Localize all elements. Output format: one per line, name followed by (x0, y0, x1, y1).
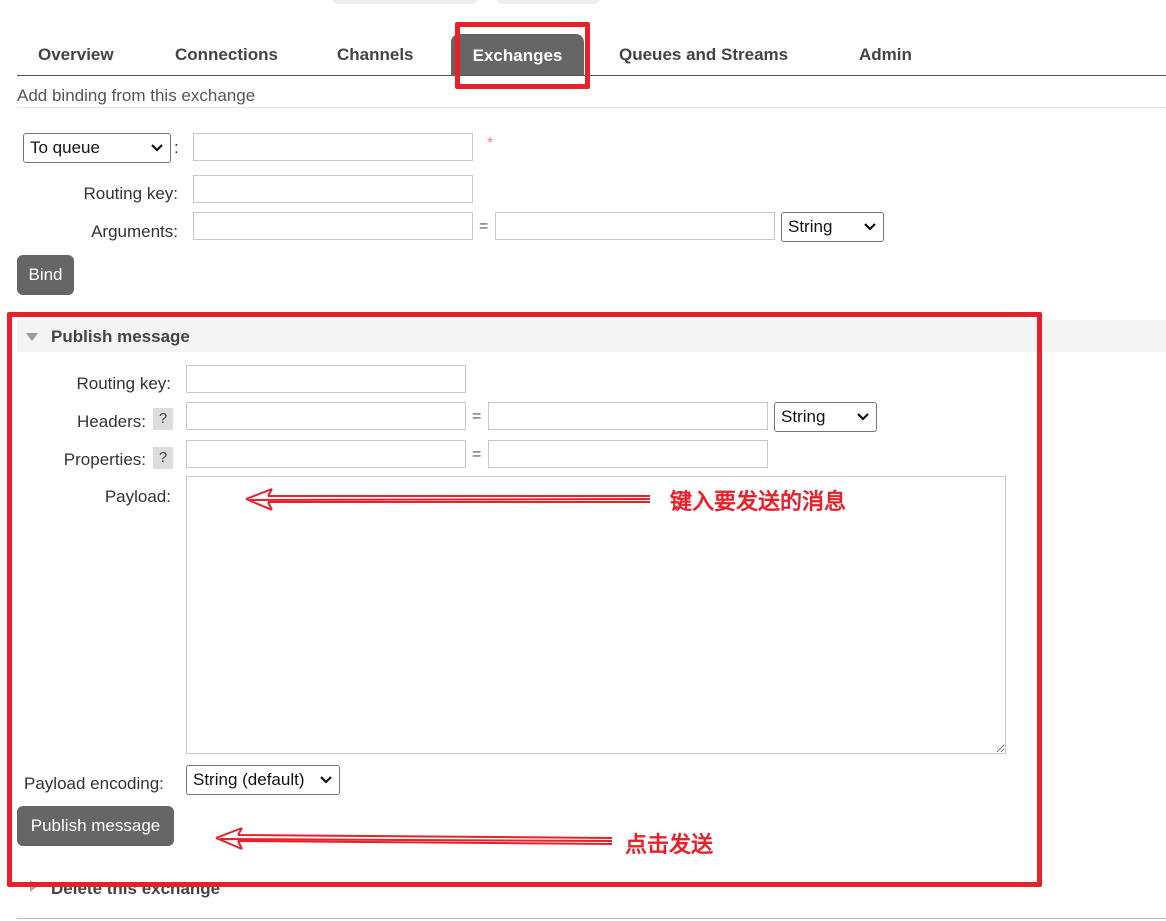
publish-annotation: 点击发送 (625, 833, 714, 858)
tab-channels[interactable]: Channels (337, 45, 414, 65)
arrow-left-icon (215, 827, 613, 850)
tab-overview[interactable]: Overview (38, 45, 114, 65)
binding-heading-divider (17, 107, 1166, 108)
arrow-left-icon (245, 488, 651, 511)
tab-queues-and-streams[interactable]: Queues and Streams (619, 45, 788, 65)
required-marker: * (487, 135, 494, 152)
nav-divider (17, 75, 1166, 76)
exchanges-tab-highlight (455, 22, 590, 89)
top-control-right[interactable] (496, 0, 600, 4)
destination-type-select[interactable]: To queue (23, 133, 171, 163)
chevron-down-icon (864, 223, 876, 231)
argument-type-select[interactable]: String (781, 212, 884, 242)
binding-heading: Add binding from this exchange (17, 86, 256, 105)
binding-routing-key-label: Routing key: (83, 184, 179, 203)
binding-routing-key-input[interactable] (193, 175, 473, 203)
bottom-divider (17, 918, 1166, 919)
chevron-down-icon (151, 144, 163, 152)
payload-annotation: 键入要发送的消息 (670, 490, 847, 515)
argument-equals: = (479, 218, 489, 235)
publish-section-highlight (7, 312, 1042, 887)
destination-colon: : (174, 138, 179, 157)
argument-type-value: String (788, 217, 833, 236)
top-control-left[interactable] (332, 0, 478, 4)
destination-type-value: To queue (30, 138, 100, 157)
argument-key-input[interactable] (193, 212, 473, 240)
tab-admin[interactable]: Admin (859, 45, 912, 65)
argument-value-input[interactable] (495, 212, 775, 240)
binding-arguments-label: Arguments: (91, 222, 178, 241)
bind-button[interactable]: Bind (17, 255, 74, 295)
destination-name-input[interactable] (193, 133, 473, 161)
tab-connections[interactable]: Connections (175, 45, 278, 65)
